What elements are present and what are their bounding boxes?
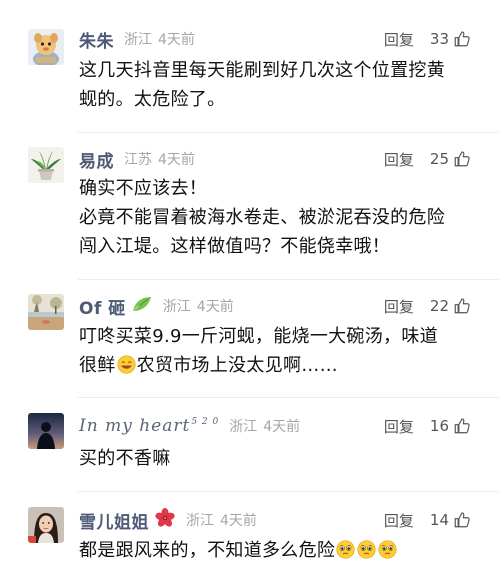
thumbs-up-icon[interactable]	[453, 511, 471, 529]
thumbs-up-icon[interactable]	[453, 150, 471, 168]
like-count: 22	[429, 297, 449, 315]
timestamp: 4天前	[196, 299, 234, 315]
location-label: 浙江	[229, 419, 258, 435]
potted-plant-avatar[interactable]	[28, 147, 64, 183]
comment-text-line: 很鲜 农贸市场上没太见啊……	[79, 351, 475, 380]
comment-actions: 回复 33	[384, 28, 471, 50]
reply-button[interactable]: 回复	[384, 29, 414, 50]
hibiscus-flower-icon	[154, 508, 176, 532]
pleading-emoji-icon	[378, 540, 397, 559]
comment-text-line: 都是跟风来的，不知道多么危险	[79, 536, 475, 565]
timestamp: 4天前	[158, 32, 195, 48]
comment-meta: Of 砸 浙江 4天前	[79, 294, 234, 319]
thumbs-up-icon[interactable]	[453, 417, 471, 435]
comment-text-line: 闯入江堤。这样做值吗？不能侥幸哦！	[79, 236, 391, 257]
reply-button[interactable]: 回复	[384, 296, 414, 317]
comment-text: 这几天抖音里每天能刷到好几次这个位置挖黄 蚬的。太危险了。	[79, 56, 475, 114]
pleading-emoji-icon	[357, 540, 376, 559]
timestamp: 4天前	[263, 419, 301, 435]
timestamp: 4天前	[158, 152, 195, 168]
username[interactable]: 易成	[79, 147, 114, 172]
pleading-emoji-icon	[336, 540, 355, 559]
username-text: In my heart	[79, 416, 191, 436]
comment-meta: 朱朱 浙江 4天前	[79, 27, 195, 52]
comment-actions: 回复 14	[384, 509, 471, 531]
comment-text-line: 确实不应该去！	[79, 178, 208, 199]
comment-text-line: 叮咚买菜9.9一斤河蚬，能烧一大碗汤，味道	[79, 326, 438, 347]
comment-text: 确实不应该去！ 必竟不能冒着被海水卷走、被淤泥吞没的危险 闯入江堤。这样做值吗？…	[79, 174, 475, 261]
username[interactable]: 朱朱	[79, 27, 114, 52]
comment-text-line: 买的不香嘛	[79, 448, 171, 469]
comment-text-line: 必竟不能冒着被海水卷走、被淤泥吞没的危险	[79, 207, 445, 228]
like-count: 25	[429, 150, 449, 168]
timestamp: 4天前	[220, 513, 257, 529]
silhouette-sunset-avatar[interactable]	[28, 413, 64, 449]
username[interactable]: 雪儿姐姐	[79, 508, 149, 533]
comment-text: 叮咚买菜9.9一斤河蚬，能烧一大碗汤，味道 很鲜 农贸市场上没太见啊……	[79, 322, 475, 380]
thumbs-up-icon[interactable]	[453, 30, 471, 48]
reply-button[interactable]: 回复	[384, 510, 414, 531]
comment-actions: 回复 16	[384, 415, 471, 437]
comment-text: 买的不香嘛	[79, 444, 475, 473]
username-superscript: 5 2 0	[191, 417, 220, 428]
location-label: 江苏	[124, 152, 152, 168]
comment-text: 都是跟风来的，不知道多么危险	[79, 536, 475, 565]
divider	[78, 279, 499, 280]
woman-portrait-avatar[interactable]	[28, 507, 64, 543]
username[interactable]: In my heart5 2 0	[79, 416, 219, 436]
like-count: 14	[429, 511, 449, 529]
cartoon-character-avatar[interactable]	[28, 29, 64, 65]
location-label: 浙江	[162, 299, 191, 315]
comment-text-line: 这几天抖音里每天能刷到好几次这个位置挖黄	[79, 60, 445, 81]
like-count: 16	[429, 417, 449, 435]
beach-tree-avatar[interactable]	[28, 294, 64, 330]
divider	[78, 132, 499, 133]
comment-text-fragment: 很鲜	[79, 355, 116, 376]
like-count: 33	[429, 30, 449, 48]
comment-actions: 回复 22	[384, 295, 471, 317]
comment-meta: In my heart5 2 0 浙江 4天前	[79, 415, 300, 437]
username[interactable]: Of 砸	[79, 294, 126, 319]
reply-button[interactable]: 回复	[384, 149, 414, 170]
location-label: 浙江	[186, 513, 214, 529]
comment-meta: 雪儿姐姐 浙江 4天前	[79, 508, 257, 533]
comment-actions: 回复 25	[384, 148, 471, 170]
comment-text-fragment: 农贸市场上没太见啊……	[136, 355, 338, 376]
comment-text-fragment: 都是跟风来的，不知道多么危险	[79, 540, 336, 561]
location-label: 浙江	[124, 32, 152, 48]
grinning-emoji-icon	[117, 355, 136, 374]
divider	[78, 491, 499, 492]
comment-text-line: 蚬的。太危险了。	[79, 89, 226, 110]
reply-button[interactable]: 回复	[384, 416, 414, 437]
comment-meta: 易成 江苏 4天前	[79, 147, 195, 172]
divider	[78, 397, 499, 398]
thumbs-up-icon[interactable]	[453, 297, 471, 315]
leaf-icon	[131, 295, 153, 317]
